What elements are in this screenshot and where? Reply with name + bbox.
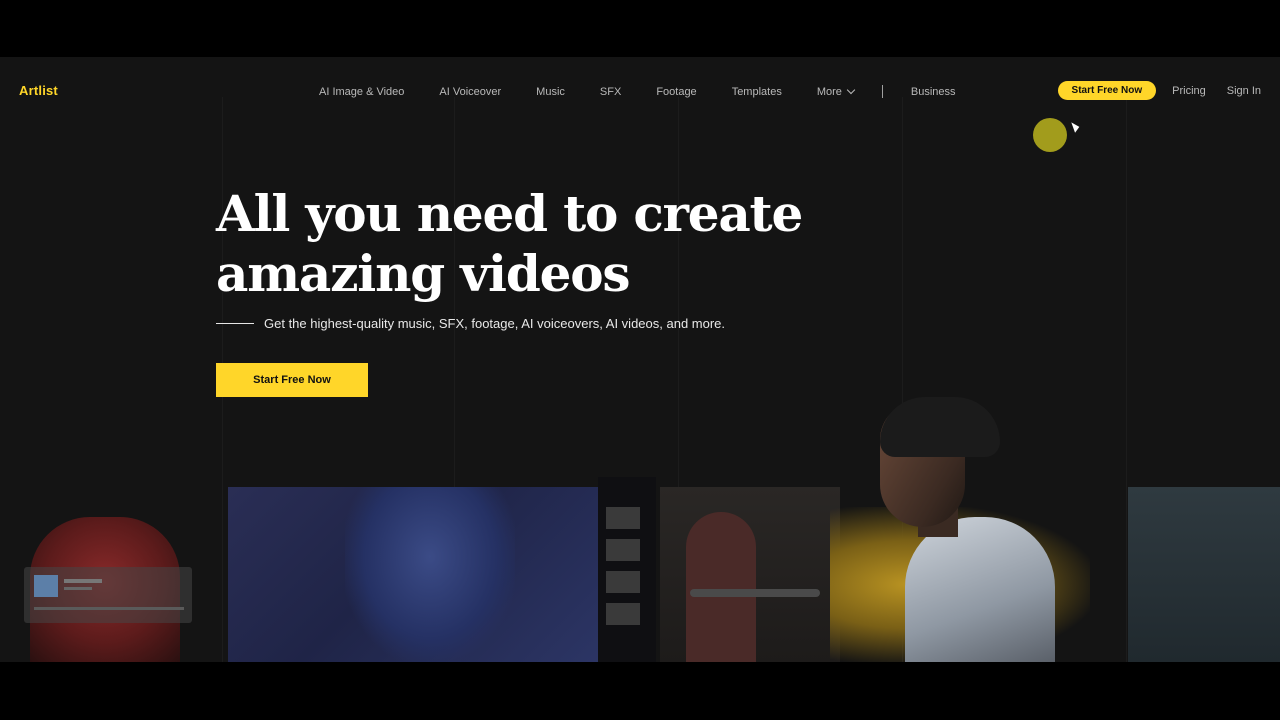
- nav-link-ai-voiceover[interactable]: AI Voiceover: [439, 86, 501, 98]
- nav-link-templates[interactable]: Templates: [732, 86, 782, 98]
- hero-subtitle: Get the highest-quality music, SFX, foot…: [264, 316, 726, 331]
- hero-title-line-2: amazing videos: [216, 244, 631, 303]
- media-tile-right: [1128, 487, 1280, 662]
- top-navigation: Artlist AI Image & Video AI Voiceover Mu…: [0, 79, 1280, 105]
- nav-link-footage[interactable]: Footage: [656, 86, 696, 98]
- hero-start-free-button[interactable]: Start Free Now: [216, 363, 368, 397]
- nav-link-sfx[interactable]: SFX: [600, 86, 621, 98]
- page-viewport: Artlist AI Image & Video AI Voiceover Mu…: [0, 57, 1280, 662]
- click-indicator: [1033, 118, 1067, 152]
- hero-person-hair: [880, 397, 1000, 457]
- letterbox-top: [0, 0, 1280, 57]
- hero-title-line-1: All you need to create: [216, 184, 803, 243]
- media-card: [24, 567, 192, 623]
- nav-more-dropdown[interactable]: More: [816, 85, 856, 98]
- artlist-logo[interactable]: Artlist: [19, 83, 58, 98]
- chevron-down-icon: [846, 85, 856, 95]
- nav-link-ai-image-video[interactable]: AI Image & Video: [319, 86, 404, 98]
- monitor-image: [598, 477, 656, 662]
- nav-link-music[interactable]: Music: [536, 86, 565, 98]
- letterbox-bottom: [0, 662, 1280, 720]
- audio-waveform: [690, 589, 820, 597]
- nav-link-sign-in[interactable]: Sign In: [1227, 85, 1261, 97]
- nav-more-label: More: [816, 85, 842, 98]
- nav-start-free-button[interactable]: Start Free Now: [1057, 81, 1157, 100]
- nav-link-pricing[interactable]: Pricing: [1172, 85, 1206, 97]
- nav-divider: [881, 85, 883, 98]
- nav-link-business[interactable]: Business: [911, 86, 956, 98]
- media-figure-red-hair: [686, 512, 756, 662]
- nav-actions: Start Free Now Pricing Sign In: [1057, 81, 1261, 100]
- hero-title: All you need to create amazing videos: [216, 184, 803, 304]
- media-figure: [345, 487, 515, 662]
- subtitle-rule: [216, 323, 254, 324]
- nav-links: AI Image & Video AI Voiceover Music SFX …: [319, 85, 991, 98]
- hero-subtitle-row: Get the highest-quality music, SFX, foot…: [216, 316, 725, 331]
- hero-person-body: [905, 517, 1055, 662]
